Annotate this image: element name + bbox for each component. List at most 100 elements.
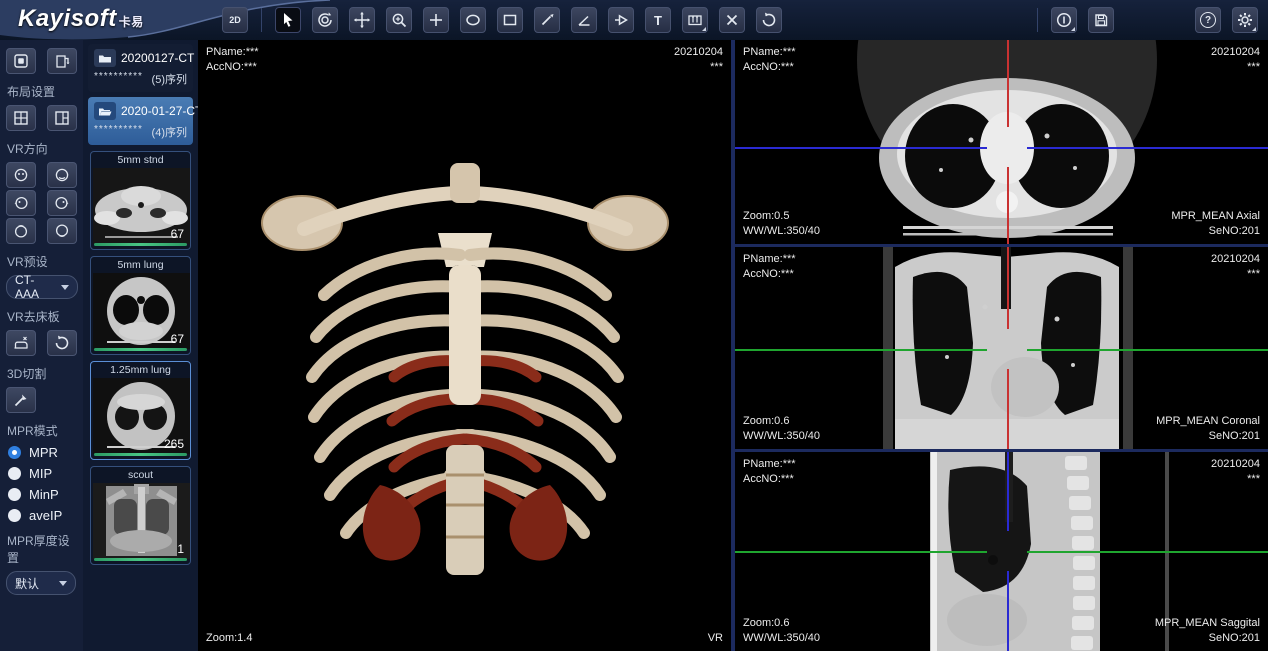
thumbnail-title: 5mm stnd	[93, 154, 188, 167]
rect-roi-tool-button[interactable]	[497, 7, 523, 33]
crosshair-h-green[interactable]	[1027, 551, 1268, 553]
mpr-mode-option-mpr[interactable]: MPR	[8, 445, 75, 460]
crosshair-h-blue[interactable]	[735, 147, 987, 149]
crosshair-v-blue[interactable]	[1007, 571, 1009, 651]
vr-orient-inferior-button[interactable]	[47, 218, 77, 244]
mpr-thickness-select[interactable]: 默认	[6, 571, 76, 595]
toolbar-mid-right-group	[1035, 7, 1114, 33]
vr-preset-select[interactable]: CT-AAA	[6, 275, 78, 299]
toolbar-left-group: 2D	[222, 7, 782, 33]
mpr-axial-viewport[interactable]: PName:***AccNO:*** 20210204*** Zoom:0.5W…	[735, 40, 1268, 244]
mpr-mode-option-mip[interactable]: MIP	[8, 466, 75, 481]
mpr-sagittal-viewport[interactable]: PName:***AccNO:*** 20210204*** Zoom:0.6W…	[735, 452, 1268, 651]
radio-icon	[8, 488, 21, 501]
arrow-annotation-tool-button[interactable]	[608, 7, 634, 33]
reset-view-button[interactable]	[756, 7, 782, 33]
crosshair-v-blue[interactable]	[1007, 452, 1009, 531]
vr-patient-overlay: PName:***AccNO:***	[206, 45, 259, 75]
text-tool-icon: T	[654, 14, 662, 27]
patient-id-masked: **********	[94, 71, 143, 87]
vr-zoom-overlay: Zoom:1.4	[206, 631, 252, 646]
vr-preset-value: CT-AAA	[15, 273, 55, 301]
crosshair-v-red[interactable]	[1007, 40, 1009, 127]
head-left-icon	[13, 195, 29, 211]
thumbnail-title: scout	[93, 469, 188, 482]
chevron-down-icon	[59, 581, 67, 586]
study-item-selected[interactable]: 2020-01-27-CT ********** (4)序列	[88, 97, 193, 145]
report-button[interactable]	[1051, 7, 1077, 33]
bed-remove-icon	[12, 334, 30, 352]
grid-1-2-icon	[53, 109, 71, 127]
crosshair-h-green[interactable]	[735, 349, 987, 351]
vr-type-overlay: VR	[708, 631, 723, 646]
crosshair-h-green[interactable]	[735, 551, 987, 553]
series-thumbnail-5mm-stnd[interactable]: 5mm stnd 67	[90, 151, 191, 250]
crosshair-tool-button[interactable]	[423, 7, 449, 33]
mpr-thickness-value: 默认	[15, 575, 39, 592]
settings-button[interactable]	[1232, 7, 1258, 33]
load-progress-bar	[94, 453, 187, 456]
crosshair-h-blue[interactable]	[1027, 147, 1268, 149]
arrow-annotation-icon	[612, 11, 630, 29]
layout-single-icon	[12, 52, 30, 70]
layout-single-button[interactable]	[6, 48, 36, 74]
ellipse-roi-tool-button[interactable]	[460, 7, 486, 33]
mpr-column: PName:***AccNO:*** 20210204*** Zoom:0.5W…	[735, 40, 1268, 651]
study-item[interactable]: 20200127-CT ********** (5)序列	[88, 44, 193, 92]
sagittal-series-overlay: MPR_MEAN SaggitalSeNO:201	[1155, 616, 1260, 646]
pan-tool-button[interactable]	[349, 7, 375, 33]
cursor-tool-button[interactable]	[275, 7, 301, 33]
angle-tool-button[interactable]	[571, 7, 597, 33]
delete-annotation-button[interactable]	[719, 7, 745, 33]
series-thumbnail-1-25mm-lung-selected[interactable]: 1.25mm lung 265	[90, 361, 191, 460]
layout-flip-icon	[53, 52, 71, 70]
head-right-icon	[54, 195, 70, 211]
thumbnail-image-scout	[93, 483, 190, 559]
rotate-3d-icon	[316, 11, 334, 29]
axial-series-overlay: MPR_MEAN AxialSeNO:201	[1171, 209, 1260, 239]
crosshair-icon	[427, 11, 445, 29]
series-count: (4)序列	[152, 124, 187, 140]
cut-3d-button[interactable]	[6, 387, 36, 413]
coronal-series-overlay: MPR_MEAN CoronalSeNO:201	[1156, 414, 1260, 444]
zoom-tool-button[interactable]	[386, 7, 412, 33]
layout-flip-button[interactable]	[47, 48, 77, 74]
measure-tool-button[interactable]	[534, 7, 560, 33]
series-count: (5)序列	[152, 71, 187, 87]
series-thumbnail-5mm-lung[interactable]: 5mm lung 67	[90, 256, 191, 355]
crosshair-v-red[interactable]	[1007, 167, 1009, 244]
vr-viewport[interactable]: PName:***AccNO:*** 20210204*** Zoom:1.4 …	[198, 40, 731, 651]
head-anterior-icon	[13, 167, 29, 183]
vr-orient-anterior-button[interactable]	[6, 162, 36, 188]
pan-icon	[353, 11, 371, 29]
mpr-mode-option-aveip[interactable]: aveIP	[8, 508, 75, 523]
series-thumbnail-scout[interactable]: scout 1	[90, 466, 191, 565]
crosshair-h-green[interactable]	[1027, 349, 1268, 351]
vr-bed-reset-button[interactable]	[47, 330, 77, 356]
crosshair-v-red[interactable]	[1007, 247, 1009, 329]
section-layout-label: 布局设置	[7, 83, 76, 100]
vr-orient-superior-button[interactable]	[6, 218, 36, 244]
top-toolbar: Kayisoft卡易 2D	[0, 0, 1268, 40]
sagittal-zoom-overlay: Zoom:0.6WW/WL:350/40	[743, 616, 820, 646]
toolbar-divider	[1037, 8, 1038, 32]
mpr-coronal-viewport[interactable]: PName:***AccNO:*** 20210204*** Zoom:0.6W…	[735, 247, 1268, 449]
save-button[interactable]	[1088, 7, 1114, 33]
view-2d-button[interactable]: 2D	[222, 7, 248, 33]
vr-orient-right-button[interactable]	[47, 190, 77, 216]
mpr-mode-option-minp[interactable]: MinP	[8, 487, 75, 502]
remove-bed-button[interactable]	[6, 330, 36, 356]
text-annotation-tool-button[interactable]: T	[645, 7, 671, 33]
cursor-icon	[279, 11, 297, 29]
localizer-tool-button[interactable]	[682, 7, 708, 33]
layout-grid-2x2-button[interactable]	[6, 105, 36, 131]
dropdown-corner	[702, 27, 706, 31]
rotate-3d-tool-button[interactable]	[312, 7, 338, 33]
help-button[interactable]: ?	[1195, 7, 1221, 33]
vr-orient-left-button[interactable]	[6, 190, 36, 216]
vr-orient-posterior-button[interactable]	[47, 162, 77, 188]
crosshair-v-red[interactable]	[1007, 369, 1009, 449]
layout-1-2-button[interactable]	[47, 105, 77, 131]
app-logo-cn: 卡易	[119, 15, 144, 29]
head-posterior-icon	[54, 167, 70, 183]
